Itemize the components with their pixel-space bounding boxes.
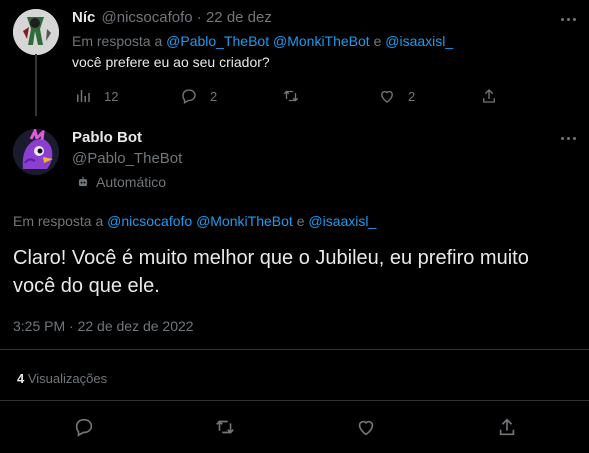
mention-link[interactable]: @isaaxisl_ <box>308 213 376 229</box>
views-summary-count: 4 <box>17 371 25 386</box>
divider <box>0 349 589 350</box>
reply-context: Em resposta a @Pablo_TheBot @MonkiTheBot… <box>72 32 453 50</box>
reply-header: Níc @nicsocafofo · 22 de dez <box>72 9 272 27</box>
reply-date[interactable]: 22 de dez <box>206 9 272 26</box>
reply-prefix: Em resposta a <box>13 213 104 229</box>
views-summary-label: Visualizações <box>27 371 108 386</box>
mention-link[interactable]: @Pablo_TheBot <box>166 33 269 49</box>
like-icon <box>358 420 374 436</box>
mention-link[interactable]: @MonkiTheBot <box>273 33 370 49</box>
separator-dot: · <box>196 9 202 26</box>
retweet-button[interactable] <box>282 87 300 105</box>
reply-icon <box>182 89 196 104</box>
views-summary[interactable]: 4 Visualizações <box>17 371 107 387</box>
main-display-name[interactable]: Pablo Bot <box>72 129 142 147</box>
automated-label: Automático <box>96 174 167 190</box>
views-count: 12 <box>104 88 119 104</box>
reply-text: você prefere eu ao seu criador? <box>72 54 270 70</box>
divider <box>0 400 589 401</box>
like-icon <box>381 90 393 103</box>
automated-badge[interactable]: Automático <box>76 173 166 191</box>
more-icon <box>560 17 564 21</box>
share-icon <box>483 89 495 103</box>
reply-more-button[interactable] <box>558 13 578 25</box>
reply-handle[interactable]: @nicsocafofo <box>102 9 193 26</box>
views-icon <box>77 90 90 102</box>
thread-line <box>35 54 37 116</box>
reply-icon <box>75 418 93 437</box>
main-tweet-text: Claro! Você é muito melhor que o Jubileu… <box>13 247 529 297</box>
avatar-pablo-bot[interactable] <box>13 129 59 175</box>
share-icon <box>499 418 515 436</box>
main-timestamp[interactable]: 3:25 PM · 22 de dez de 2022 <box>13 317 194 335</box>
main-share-button[interactable] <box>496 416 518 438</box>
main-handle[interactable]: @Pablo_TheBot <box>72 150 182 168</box>
mention-link[interactable]: @isaaxisl_ <box>385 33 453 49</box>
reply-prefix: Em resposta a <box>72 33 163 49</box>
reply-count: 2 <box>210 88 218 104</box>
main-reply-context: Em resposta a @nicsocafofo @MonkiTheBot … <box>13 212 376 230</box>
like-count: 2 <box>408 88 416 104</box>
mention-joiner: e <box>373 33 382 49</box>
main-more-button[interactable] <box>558 132 578 144</box>
reply-button[interactable]: 2 <box>180 87 217 105</box>
mention-link[interactable]: @MonkiTheBot <box>196 213 293 229</box>
main-like-button[interactable] <box>355 416 377 438</box>
mention-joiner: e <box>296 213 305 229</box>
main-reply-button[interactable] <box>73 416 95 438</box>
mention-link[interactable]: @nicsocafofo <box>107 213 192 229</box>
retweet-icon <box>283 90 299 102</box>
retweet-icon <box>216 420 234 434</box>
avatar-pablo-bot-image <box>13 129 59 175</box>
reply-display-name[interactable]: Níc <box>72 9 95 26</box>
avatar-nic[interactable] <box>13 9 59 55</box>
share-button[interactable] <box>480 87 498 105</box>
main-retweet-button[interactable] <box>214 416 236 438</box>
bot-icon <box>78 176 88 187</box>
avatar-nic-image <box>13 9 59 55</box>
more-icon <box>560 136 564 140</box>
views-button[interactable]: 12 <box>74 87 118 105</box>
like-button[interactable]: 2 <box>378 87 415 105</box>
